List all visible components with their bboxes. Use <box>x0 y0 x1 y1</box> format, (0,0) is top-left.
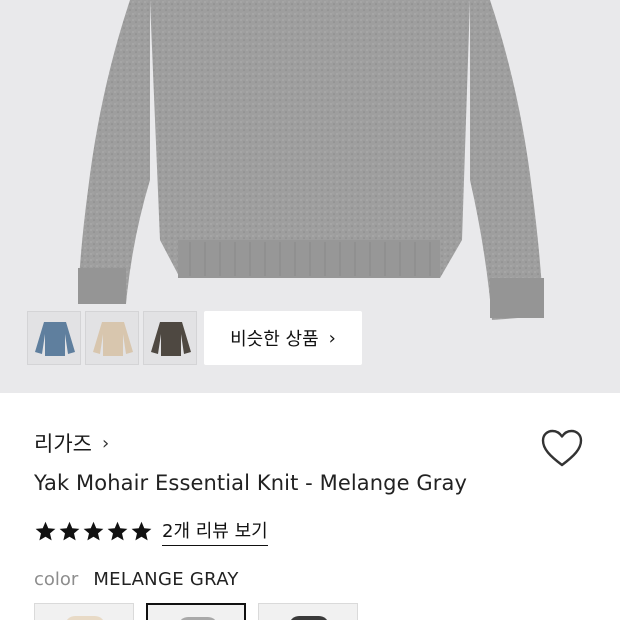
color-row: color MELANGE GRAY <box>34 569 239 590</box>
swatch-beige-sweater-icon <box>65 616 105 620</box>
product-title: Yak Mohair Essential Knit - Melange Gray <box>34 471 468 495</box>
swatch-charcoal-sweater-icon <box>289 616 329 620</box>
sweater-thumbnail-blue-icon <box>35 322 75 356</box>
star-icon <box>131 521 152 541</box>
chevron-right-icon: › <box>101 432 110 454</box>
brand-link[interactable]: 리가즈 › <box>34 428 109 458</box>
chevron-right-icon: › <box>328 327 336 349</box>
thumbnail-brown[interactable] <box>143 311 197 365</box>
swatch-gray[interactable] <box>146 603 246 620</box>
swatch-beige[interactable] <box>34 603 134 620</box>
brand-name: 리가즈 <box>34 432 92 456</box>
product-image-area[interactable]: 비슷한 상품 › <box>0 0 620 393</box>
star-icon <box>35 521 56 541</box>
thumbnail-strip <box>27 311 197 365</box>
sweater-thumbnail-brown-icon <box>151 322 191 356</box>
heart-icon[interactable] <box>540 428 584 468</box>
reviews-link[interactable]: 2개 리뷰 보기 <box>162 517 268 546</box>
sweater-thumbnail-beige-icon <box>93 322 133 356</box>
star-icon <box>59 521 80 541</box>
star-icon <box>83 521 104 541</box>
swatch-charcoal[interactable] <box>258 603 358 620</box>
color-label: color <box>34 569 79 590</box>
rating-row: 2개 리뷰 보기 <box>34 517 268 546</box>
similar-products-label: 비슷한 상품 <box>230 329 319 350</box>
star-rating <box>34 520 153 543</box>
similar-products-button[interactable]: 비슷한 상품 › <box>204 311 362 365</box>
star-icon <box>107 521 128 541</box>
color-value: MELANGE GRAY <box>93 569 239 590</box>
thumbnail-blue[interactable] <box>27 311 81 365</box>
color-swatches <box>34 603 358 620</box>
thumbnail-beige[interactable] <box>85 311 139 365</box>
